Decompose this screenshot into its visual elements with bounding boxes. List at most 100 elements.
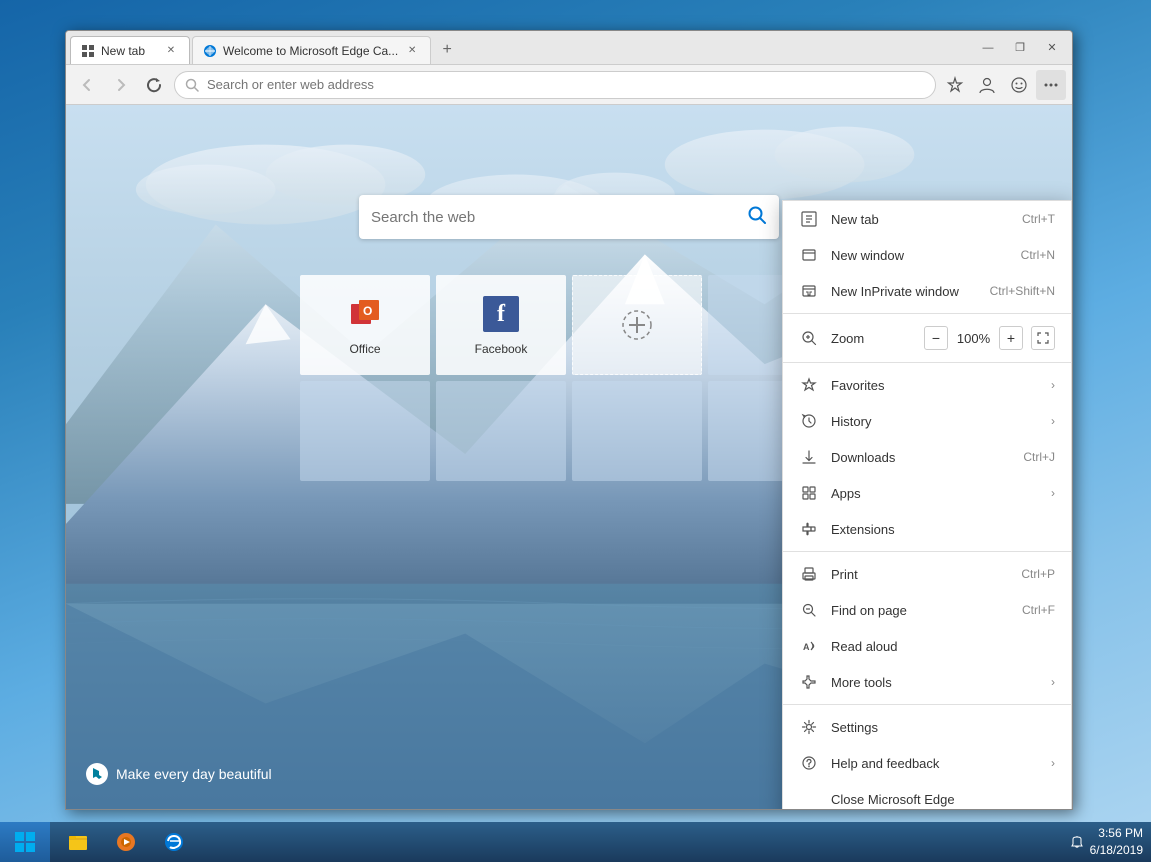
title-bar: New tab ✕ Welcome to Microsoft Edge Ca..… xyxy=(66,31,1072,65)
menu-label-settings: Settings xyxy=(831,720,1055,735)
emoji-icon xyxy=(1010,76,1028,94)
favorites-arrow: › xyxy=(1051,378,1055,392)
zoom-control: Zoom − 100% + xyxy=(783,318,1071,358)
edge-taskbar-icon xyxy=(163,831,185,853)
address-input[interactable] xyxy=(207,77,925,92)
taskbar-item-media[interactable] xyxy=(104,823,148,861)
taskbar-right: 3:56 PM 6/18/2019 xyxy=(1062,825,1151,859)
menu-label-print: Print xyxy=(831,567,1001,582)
star-icon xyxy=(946,76,964,94)
refresh-button[interactable] xyxy=(140,70,170,100)
menu-item-find[interactable]: Find on page Ctrl+F xyxy=(783,592,1071,628)
menu-shortcut-new-window: Ctrl+N xyxy=(1021,248,1055,262)
taskbar-item-edge[interactable] xyxy=(152,823,196,861)
more-button[interactable] xyxy=(1036,70,1066,100)
back-button[interactable] xyxy=(72,70,102,100)
menu-shortcut-new-tab: Ctrl+T xyxy=(1022,212,1055,226)
tile-empty-7[interactable] xyxy=(572,381,702,481)
menu-label-favorites: Favorites xyxy=(831,378,1051,393)
context-menu: New tab Ctrl+T New window Ctrl+N xyxy=(782,200,1072,809)
menu-item-apps[interactable]: Apps › xyxy=(783,475,1071,511)
tab-close-new[interactable]: ✕ xyxy=(163,43,179,59)
menu-shortcut-find: Ctrl+F xyxy=(1022,603,1055,617)
menu-label-history: History xyxy=(831,414,1051,429)
feedback-button[interactable] xyxy=(1004,70,1034,100)
menu-label-close-edge: Close Microsoft Edge xyxy=(831,792,1055,807)
new-window-icon xyxy=(799,245,819,265)
favorites-icon-button[interactable] xyxy=(940,70,970,100)
minimize-button[interactable]: — xyxy=(972,34,1004,62)
taskbar-date-display: 6/18/2019 xyxy=(1090,842,1143,859)
menu-item-more-tools[interactable]: More tools › xyxy=(783,664,1071,700)
taskbar-item-explorer[interactable] xyxy=(56,823,100,861)
forward-button[interactable] xyxy=(106,70,136,100)
tab-welcome[interactable]: Welcome to Microsoft Edge Ca... ✕ xyxy=(192,36,431,64)
menu-item-settings[interactable]: Settings xyxy=(783,709,1071,745)
menu-label-inprivate: New InPrivate window xyxy=(831,284,970,299)
media-player-icon xyxy=(115,831,137,853)
bing-logo: Make every day beautiful xyxy=(86,763,272,785)
more-tools-arrow: › xyxy=(1051,675,1055,689)
menu-item-history[interactable]: History › xyxy=(783,403,1071,439)
account-button[interactable] xyxy=(972,70,1002,100)
tile-empty-5[interactable] xyxy=(300,381,430,481)
history-icon xyxy=(799,411,819,431)
windows-logo-icon xyxy=(14,831,36,853)
taskbar-system-icons xyxy=(1070,835,1084,849)
tab-label-new: New tab xyxy=(101,44,145,58)
browser-window: New tab ✕ Welcome to Microsoft Edge Ca..… xyxy=(65,30,1073,810)
menu-item-read-aloud[interactable]: A Read aloud xyxy=(783,628,1071,664)
menu-item-close-edge[interactable]: Close Microsoft Edge xyxy=(783,781,1071,809)
inprivate-icon xyxy=(799,281,819,301)
tile-add[interactable] xyxy=(572,275,702,375)
zoom-icon xyxy=(799,328,819,348)
address-bar[interactable] xyxy=(174,71,936,99)
find-icon xyxy=(799,600,819,620)
menu-item-new-window[interactable]: New window Ctrl+N xyxy=(783,237,1071,273)
tile-facebook[interactable]: f Facebook xyxy=(436,275,566,375)
menu-item-help[interactable]: Help and feedback › xyxy=(783,745,1071,781)
tab-label-welcome: Welcome to Microsoft Edge Ca... xyxy=(223,44,398,58)
facebook-icon: f xyxy=(481,294,521,334)
read-aloud-icon: A xyxy=(799,636,819,656)
menu-item-downloads[interactable]: Downloads Ctrl+J xyxy=(783,439,1071,475)
file-explorer-icon xyxy=(67,831,89,853)
page-search-input[interactable] xyxy=(371,209,739,226)
nav-right-buttons xyxy=(940,70,1066,100)
menu-label-new-window: New window xyxy=(831,248,1001,263)
maximize-button[interactable]: ❐ xyxy=(1004,34,1036,62)
menu-item-print[interactable]: Print Ctrl+P xyxy=(783,556,1071,592)
nav-bar xyxy=(66,65,1072,105)
close-edge-icon xyxy=(799,789,819,809)
menu-label-help: Help and feedback xyxy=(831,756,1051,771)
extensions-icon xyxy=(799,519,819,539)
tile-empty-6[interactable] xyxy=(436,381,566,481)
zoom-decrease-button[interactable]: − xyxy=(924,326,948,350)
zoom-value: 100% xyxy=(956,331,991,346)
menu-item-new-tab[interactable]: New tab Ctrl+T xyxy=(783,201,1071,237)
menu-item-favorites[interactable]: Favorites › xyxy=(783,367,1071,403)
tile-office[interactable]: O Office xyxy=(300,275,430,375)
print-icon xyxy=(799,564,819,584)
person-icon xyxy=(978,76,996,94)
menu-divider-1 xyxy=(783,313,1071,314)
new-tab-icon xyxy=(799,209,819,229)
tab-close-welcome[interactable]: ✕ xyxy=(404,43,420,59)
page-search-bar[interactable] xyxy=(359,195,779,239)
new-tab-button[interactable]: + xyxy=(433,36,461,64)
office-icon: O xyxy=(345,294,385,334)
start-button[interactable] xyxy=(0,822,50,862)
menu-item-extensions[interactable]: Extensions xyxy=(783,511,1071,547)
settings-icon xyxy=(799,717,819,737)
page-search-icon[interactable] xyxy=(747,205,767,230)
tab-new-tab[interactable]: New tab ✕ xyxy=(70,36,190,64)
page-content: O Office f Facebook xyxy=(66,105,1072,809)
history-arrow: › xyxy=(1051,414,1055,428)
zoom-increase-button[interactable]: + xyxy=(999,326,1023,350)
downloads-icon xyxy=(799,447,819,467)
apps-icon xyxy=(799,483,819,503)
close-button[interactable]: ✕ xyxy=(1036,34,1068,62)
menu-item-inprivate[interactable]: New InPrivate window Ctrl+Shift+N xyxy=(783,273,1071,309)
tab-favicon-welcome xyxy=(203,44,217,58)
zoom-fullscreen-button[interactable] xyxy=(1031,326,1055,350)
